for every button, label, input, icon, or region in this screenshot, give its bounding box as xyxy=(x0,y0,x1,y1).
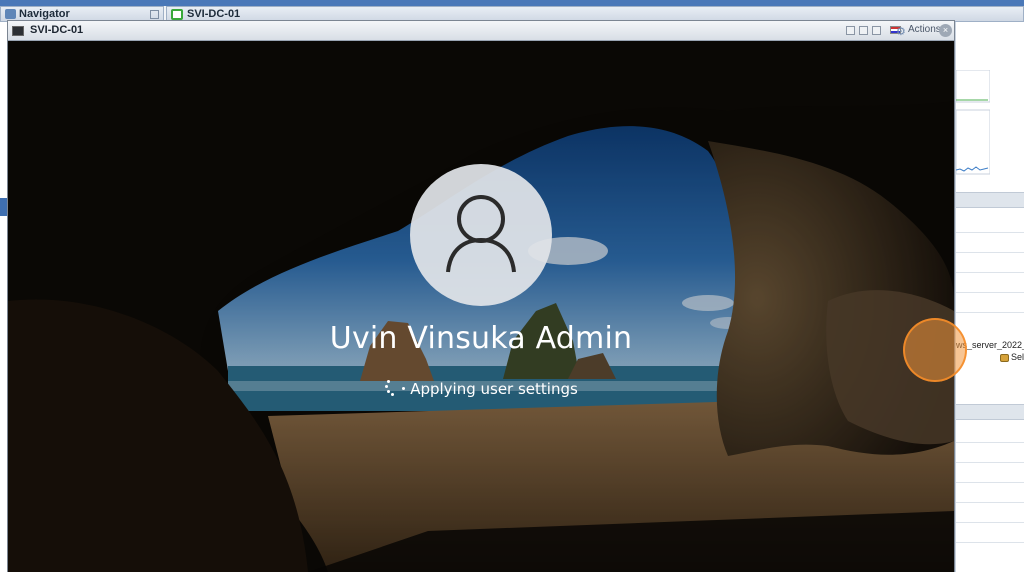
send-ctrl-alt-del-icon[interactable] xyxy=(846,26,855,35)
section-header[interactable] xyxy=(956,404,1024,420)
gear-icon: ⚙ xyxy=(896,26,906,38)
performance-chart xyxy=(956,70,990,175)
actions-menu-button[interactable]: ⚙ Actions xyxy=(896,24,941,38)
login-status: Applying user settings xyxy=(8,379,954,398)
user-avatar xyxy=(410,164,552,306)
lock-screen-wallpaper xyxy=(8,41,954,572)
user-icon xyxy=(446,195,516,273)
keyboard-icon[interactable] xyxy=(859,26,868,35)
select-label: Sel xyxy=(1011,352,1024,362)
summary-panel: ws_server_2022_ Sel xyxy=(955,22,1024,572)
mouse-cursor-highlight xyxy=(903,318,967,382)
vm-tab-title: SVI-DC-01 xyxy=(187,8,241,20)
fullscreen-icon[interactable] xyxy=(872,26,881,35)
remote-console-window[interactable]: SVI-DC-01 ⚙ Actions × Uvin Vinsuka Admin… xyxy=(7,20,955,572)
pin-icon[interactable] xyxy=(150,10,159,19)
navigator-icon xyxy=(5,9,16,19)
console-title-bar[interactable]: SVI-DC-01 ⚙ Actions × xyxy=(8,21,954,41)
loading-spinner-icon xyxy=(384,379,408,397)
navigator-title: Navigator xyxy=(19,8,70,20)
actions-label: Actions xyxy=(908,24,941,35)
close-icon[interactable]: × xyxy=(939,24,952,37)
windows-lock-screen[interactable]: Uvin Vinsuka Admin Applying user setting… xyxy=(8,41,954,572)
console-title: SVI-DC-01 xyxy=(30,24,84,36)
datastore-icon xyxy=(1000,353,1009,362)
status-text: Applying user settings xyxy=(410,380,578,398)
select-datastore-link[interactable]: Sel xyxy=(1000,352,1024,362)
console-icon xyxy=(12,26,24,36)
user-name: Uvin Vinsuka Admin xyxy=(329,321,633,356)
vm-icon xyxy=(171,9,183,20)
section-header[interactable] xyxy=(956,192,1024,208)
